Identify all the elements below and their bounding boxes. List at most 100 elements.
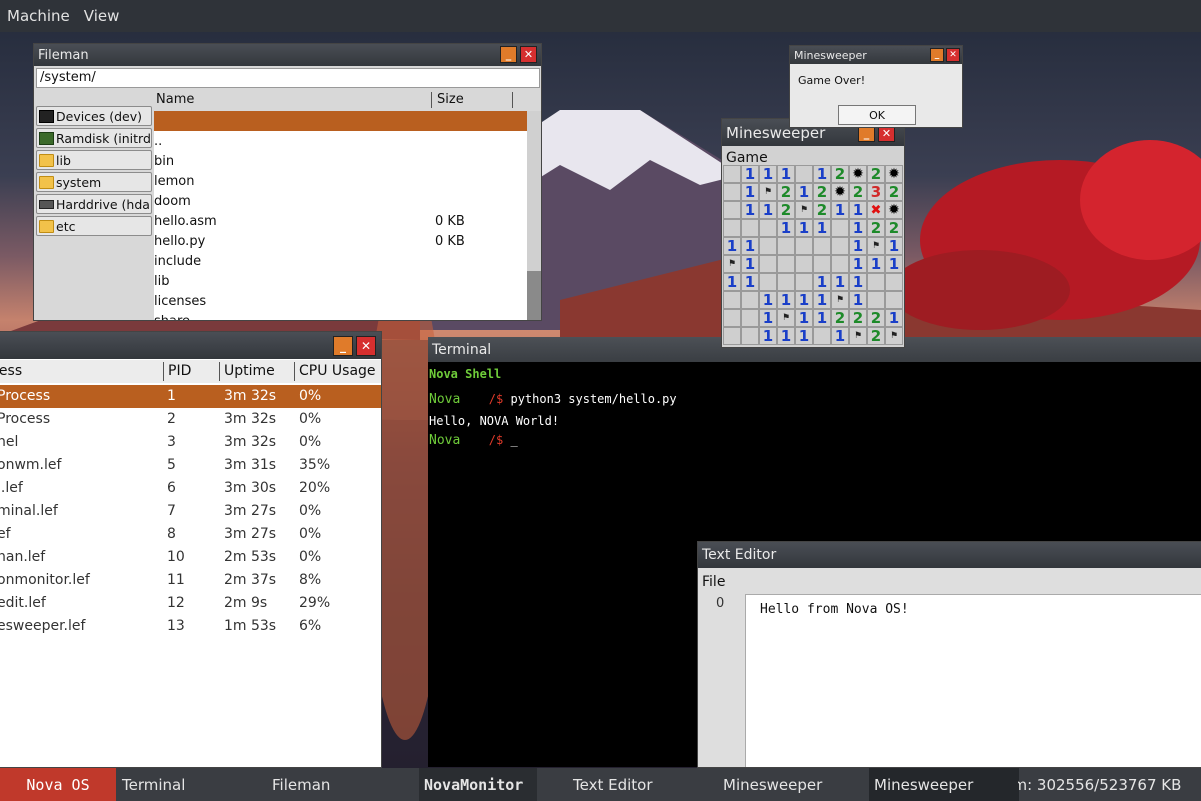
minesweeper-cell[interactable]: 2: [849, 309, 867, 327]
minesweeper-cell[interactable]: 1: [831, 273, 849, 291]
minesweeper-cell[interactable]: 2: [885, 219, 903, 237]
minesweeper-cell[interactable]: [777, 273, 795, 291]
column-divider[interactable]: [163, 362, 164, 381]
minesweeper-cell[interactable]: [723, 327, 741, 345]
menu-machine[interactable]: Machine: [0, 7, 77, 25]
flag-icon[interactable]: ⚑: [885, 327, 903, 345]
minesweeper-cell[interactable]: 1: [741, 273, 759, 291]
minesweeper-cell[interactable]: [885, 273, 903, 291]
minesweeper-cell[interactable]: 1: [723, 273, 741, 291]
minesweeper-cell[interactable]: 1: [759, 165, 777, 183]
file-list-scrollbar[interactable]: [527, 111, 541, 320]
minesweeper-cell[interactable]: 2: [813, 183, 831, 201]
sidebar-item-devices[interactable]: Devices (dev): [36, 106, 152, 126]
column-header-cpu[interactable]: CPU Usage: [299, 363, 376, 379]
flag-icon[interactable]: ⚑: [831, 291, 849, 309]
minesweeper-cell[interactable]: 1: [741, 255, 759, 273]
process-row[interactable]: nan.lef 10 2m 53s 0%: [0, 546, 381, 569]
minesweeper-cell[interactable]: 1: [777, 327, 795, 345]
flag-icon[interactable]: ⚑: [723, 255, 741, 273]
minesweeper-cell[interactable]: [759, 255, 777, 273]
column-divider[interactable]: [294, 362, 295, 381]
file-row[interactable]: lemon: [154, 171, 527, 191]
minesweeper-cell[interactable]: [741, 219, 759, 237]
minimize-button[interactable]: _: [333, 336, 353, 356]
minesweeper-cell[interactable]: [813, 237, 831, 255]
mine-icon[interactable]: ✹: [885, 165, 903, 183]
minesweeper-cell[interactable]: 1: [759, 201, 777, 219]
flag-icon[interactable]: ⚑: [867, 237, 885, 255]
process-row[interactable]: l.lef 6 3m 30s 20%: [0, 477, 381, 500]
minesweeper-cell[interactable]: [795, 273, 813, 291]
minesweeper-cell[interactable]: [741, 291, 759, 309]
minesweeper-cell[interactable]: 1: [741, 165, 759, 183]
minesweeper-cell[interactable]: [741, 327, 759, 345]
flag-icon[interactable]: ⚑: [777, 309, 795, 327]
scrollbar-thumb[interactable]: [527, 271, 541, 320]
minesweeper-cell[interactable]: 2: [777, 201, 795, 219]
sidebar-item-ramdisk[interactable]: Ramdisk (initrd): [36, 128, 152, 148]
taskbar-item-minesweeper-dialog[interactable]: Minesweeper: [869, 768, 1019, 801]
flag-icon[interactable]: ⚑: [795, 201, 813, 219]
minesweeper-cell[interactable]: 1: [795, 291, 813, 309]
close-button[interactable]: ✕: [946, 48, 960, 62]
sidebar-item-harddrive[interactable]: Harddrive (hda): [36, 194, 152, 214]
minesweeper-cell[interactable]: [723, 219, 741, 237]
minesweeper-cell[interactable]: 2: [831, 165, 849, 183]
minesweeper-cell[interactable]: 1: [777, 291, 795, 309]
mine-icon[interactable]: ✹: [885, 201, 903, 219]
taskbar-item-novamonitor[interactable]: NovaMonitor: [419, 768, 537, 801]
minesweeper-cell[interactable]: [831, 255, 849, 273]
minesweeper-cell[interactable]: [723, 183, 741, 201]
minesweeper-cell[interactable]: [723, 201, 741, 219]
minesweeper-cell[interactable]: 1: [741, 237, 759, 255]
minesweeper-cell[interactable]: 1: [795, 219, 813, 237]
exploded-mine-icon[interactable]: ✖: [867, 201, 885, 219]
minesweeper-cell[interactable]: 2: [867, 309, 885, 327]
minesweeper-cell[interactable]: [795, 255, 813, 273]
menu-file[interactable]: File: [702, 574, 725, 590]
taskbar-item-fileman[interactable]: Fileman: [267, 768, 417, 801]
minesweeper-cell[interactable]: 1: [813, 165, 831, 183]
column-divider[interactable]: [512, 92, 513, 108]
minesweeper-cell[interactable]: [759, 219, 777, 237]
editor-titlebar[interactable]: Text Editor: [698, 542, 1201, 568]
flag-icon[interactable]: ⚑: [759, 183, 777, 201]
minesweeper-cell[interactable]: 1: [813, 291, 831, 309]
minesweeper-cell[interactable]: [723, 291, 741, 309]
column-header-process[interactable]: Process: [0, 363, 22, 379]
minesweeper-cell[interactable]: [777, 237, 795, 255]
process-row[interactable]: ef 8 3m 27s 0%: [0, 523, 381, 546]
minesweeper-cell[interactable]: [831, 237, 849, 255]
minesweeper-cell[interactable]: 3: [867, 183, 885, 201]
file-row[interactable]: lib: [154, 271, 527, 291]
process-row-selected[interactable]: Process 1 3m 32s 0%: [0, 385, 381, 408]
minesweeper-cell[interactable]: 1: [849, 219, 867, 237]
minesweeper-cell[interactable]: 2: [831, 309, 849, 327]
column-divider[interactable]: [431, 92, 432, 108]
minesweeper-cell[interactable]: 1: [849, 255, 867, 273]
minesweeper-cell[interactable]: 2: [777, 183, 795, 201]
minesweeper-cell[interactable]: [867, 273, 885, 291]
taskbar-item-minesweeper[interactable]: Minesweeper: [718, 768, 868, 801]
process-row[interactable]: esweeper.lef 13 1m 53s 6%: [0, 615, 381, 638]
menu-view[interactable]: View: [77, 7, 127, 25]
minimize-button[interactable]: _: [930, 48, 944, 62]
minesweeper-cell[interactable]: 1: [885, 255, 903, 273]
minesweeper-cell[interactable]: 1: [813, 219, 831, 237]
minesweeper-cell[interactable]: [795, 165, 813, 183]
file-row[interactable]: bin: [154, 151, 527, 171]
minesweeper-cell[interactable]: 2: [813, 201, 831, 219]
minesweeper-cell[interactable]: [885, 291, 903, 309]
minesweeper-cell[interactable]: 2: [867, 165, 885, 183]
minesweeper-cell[interactable]: [741, 309, 759, 327]
minesweeper-cell[interactable]: 1: [849, 291, 867, 309]
sidebar-item-etc[interactable]: etc: [36, 216, 152, 236]
column-header-uptime[interactable]: Uptime: [224, 363, 275, 379]
minesweeper-cell[interactable]: 1: [759, 291, 777, 309]
minimize-button[interactable]: _: [500, 46, 517, 63]
ok-button[interactable]: OK: [838, 105, 916, 125]
column-divider[interactable]: [219, 362, 220, 381]
process-row[interactable]: minal.lef 7 3m 27s 0%: [0, 500, 381, 523]
minesweeper-cell[interactable]: 2: [867, 219, 885, 237]
